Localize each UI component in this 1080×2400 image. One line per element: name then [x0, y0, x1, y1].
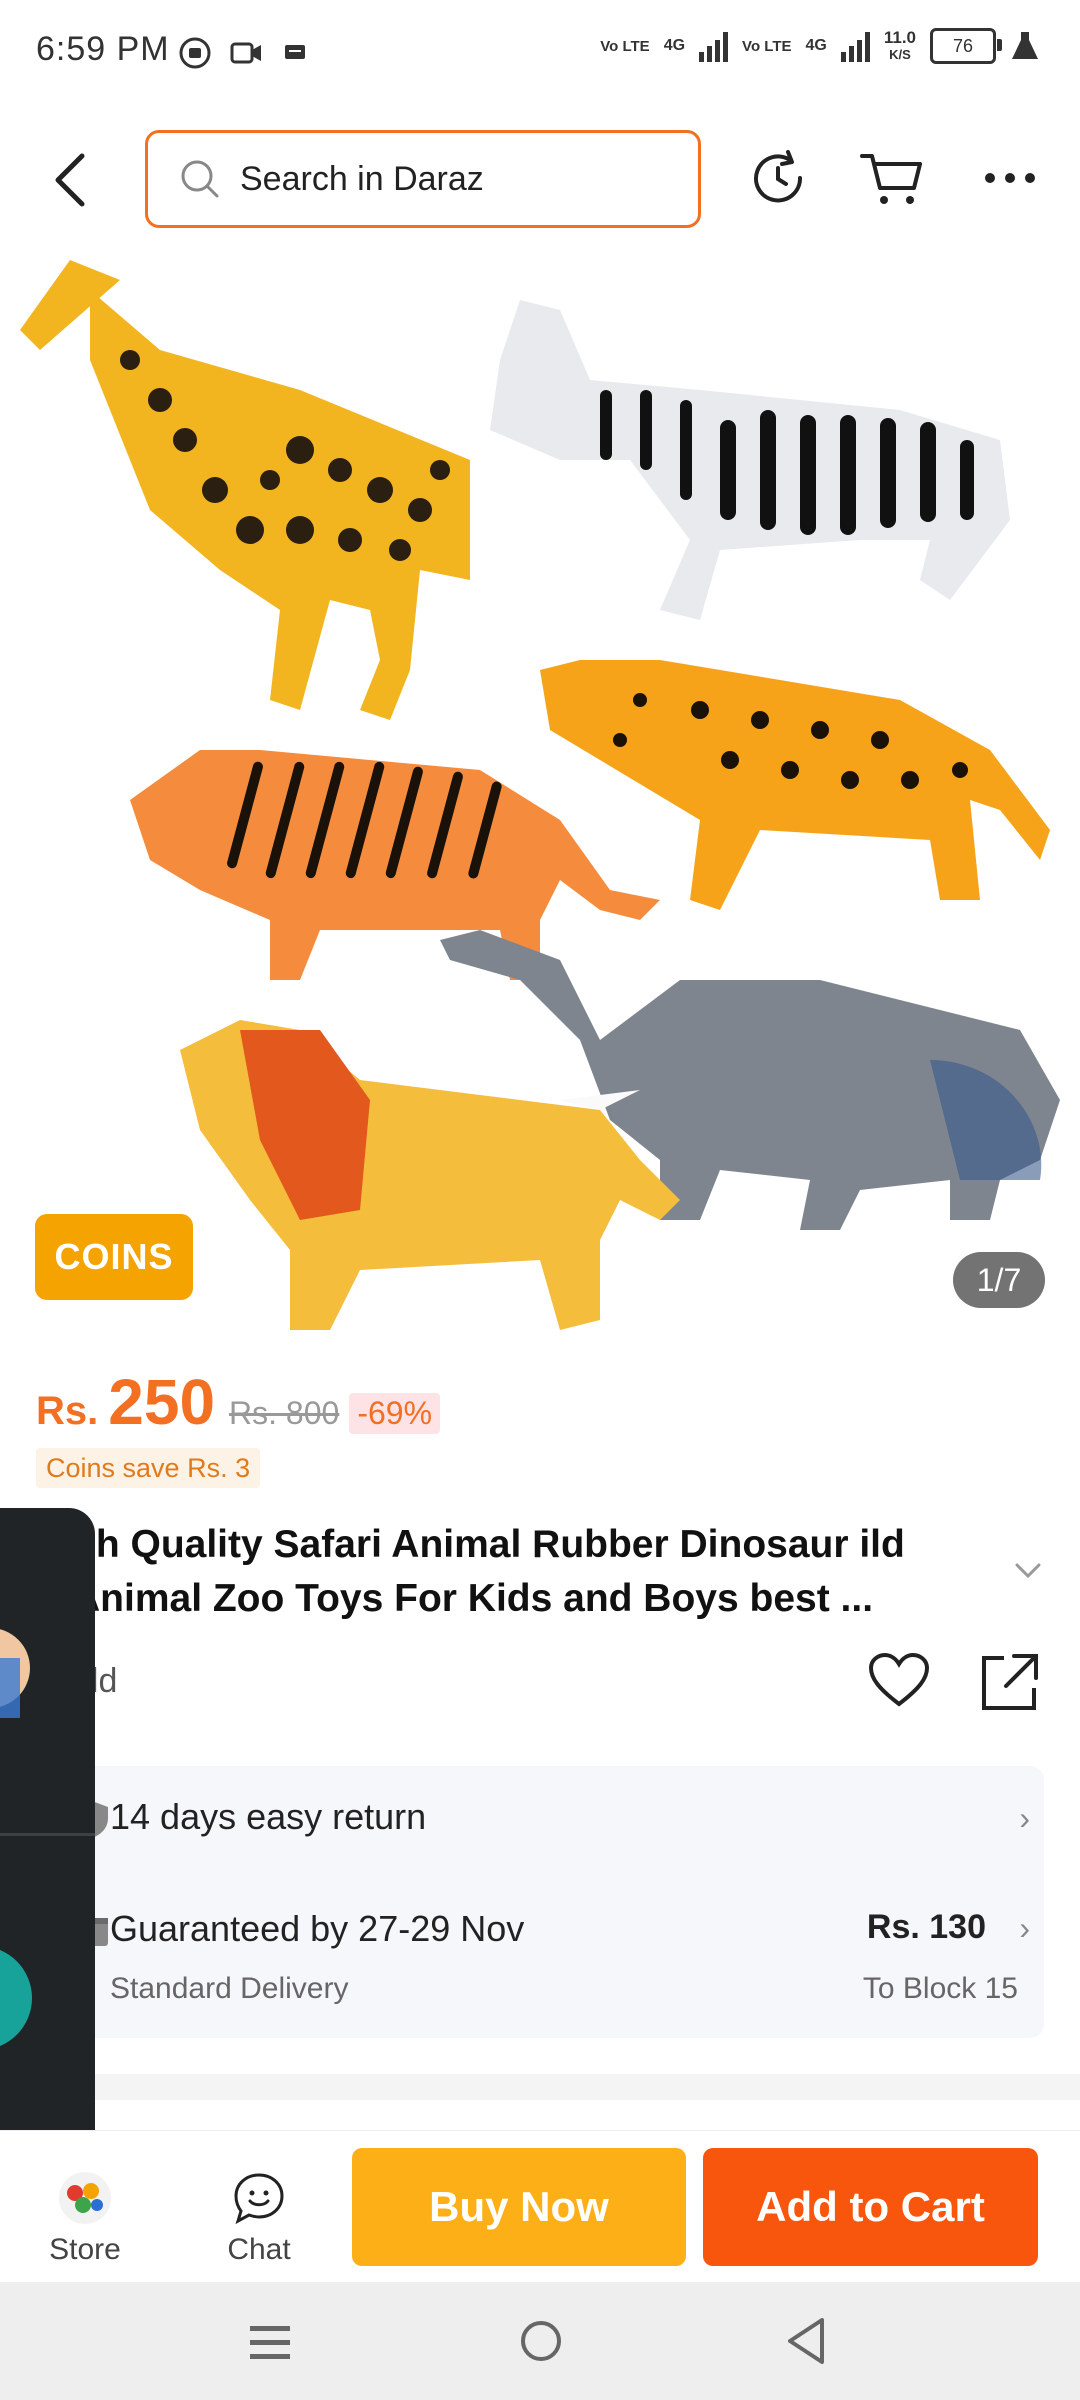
product-title: gh Quality Safari Animal Rubber Dinosaur…: [72, 1523, 905, 1620]
store-tab[interactable]: Store: [30, 2171, 140, 2267]
zebra-toy: [490, 300, 1010, 620]
flask-icon: [1012, 32, 1038, 59]
battery-level: 76: [952, 35, 974, 56]
price-current: 250: [108, 1366, 216, 1438]
top-bar: Search in Daraz: [0, 120, 1080, 240]
product-image-gallery[interactable]: [0, 240, 1080, 1340]
delivery-destination: To Block 15: [862, 1972, 1018, 2005]
status-right-icons: Vo LTE 4G Vo LTE 4G 11.0 K/S 76: [600, 28, 1040, 64]
cheetah-toy: [540, 660, 1050, 910]
delivery-guarantee-label: Guaranteed by 27-29 Nov: [110, 1908, 525, 1949]
tiger-toy: [130, 750, 660, 980]
delivery-method: Standard Delivery: [110, 1972, 349, 2005]
search-icon: [181, 160, 219, 198]
delivery-chevron-icon[interactable]: ›: [1019, 1910, 1030, 1947]
product-image: [20, 260, 1060, 1330]
signal-icon: [699, 30, 729, 62]
net-speed: 11.0: [883, 28, 916, 47]
system-nav-bar: [0, 2282, 1080, 2400]
price-currency: Rs.: [36, 1389, 99, 1433]
chat-tab[interactable]: Chat: [204, 2171, 314, 2267]
signal-icon-2: [840, 30, 870, 62]
message-icon: [285, 45, 305, 59]
discount-badge: -69%: [349, 1393, 441, 1434]
network-type-1: 4G: [663, 37, 686, 54]
buy-now-button[interactable]: Buy Now: [352, 2148, 686, 2266]
search-input[interactable]: Search in Daraz: [145, 130, 701, 228]
recent-apps-icon[interactable]: [248, 2320, 292, 2364]
delivery-fee: Rs. 130: [866, 1908, 986, 1946]
chat-icon: [234, 2173, 284, 2225]
coins-badge: COINS: [35, 1214, 193, 1300]
chat-label: Chat: [227, 2233, 291, 2266]
share-icon[interactable]: [978, 1652, 1040, 1714]
home-icon[interactable]: [518, 2318, 564, 2364]
return-chevron-icon[interactable]: ›: [1019, 1800, 1030, 1837]
store-label: Store: [49, 2233, 121, 2266]
history-icon[interactable]: [748, 148, 808, 208]
price-row: Rs. 250 Rs. 800 -69%: [36, 1365, 441, 1439]
store-icon: [59, 2172, 111, 2224]
coins-save-tag: Coins save Rs. 3: [36, 1448, 261, 1488]
back-arrow-icon[interactable]: [50, 150, 90, 210]
floating-video-widget[interactable]: [0, 1508, 95, 2160]
search-placeholder: Search in Daraz: [240, 159, 484, 198]
giraffe-toy: [20, 260, 470, 720]
price-original: Rs. 800: [229, 1395, 340, 1431]
status-bar: 6:59 PM Vo LTE 4G Vo LTE 4G 11.0 K/S 76: [0, 0, 1080, 105]
network-type-2: 4G: [805, 37, 827, 54]
cart-icon[interactable]: [858, 148, 928, 208]
notification-icon: [179, 37, 211, 69]
video-icon: [230, 42, 261, 64]
status-time: 6:59 PM: [36, 30, 170, 68]
battery-icon: 76: [930, 28, 1002, 64]
wishlist-heart-icon[interactable]: [868, 1652, 930, 1708]
status-notification-icons: [178, 36, 308, 70]
back-nav-icon[interactable]: [784, 2316, 828, 2366]
expand-chevron-icon[interactable]: [1014, 1562, 1042, 1580]
volte-label-2: Vo LTE: [742, 37, 792, 55]
floating-widget-art: [0, 1629, 95, 2046]
return-policy-label: 14 days easy return: [110, 1796, 427, 1837]
more-options-icon[interactable]: [982, 170, 1038, 186]
section-divider: [0, 2074, 1080, 2100]
net-speed-unit: K/S: [889, 47, 911, 62]
volte-label-1: Vo LTE: [600, 37, 650, 55]
gallery-page-indicator: 1/7: [953, 1252, 1045, 1308]
add-to-cart-button[interactable]: Add to Cart: [703, 2148, 1038, 2266]
